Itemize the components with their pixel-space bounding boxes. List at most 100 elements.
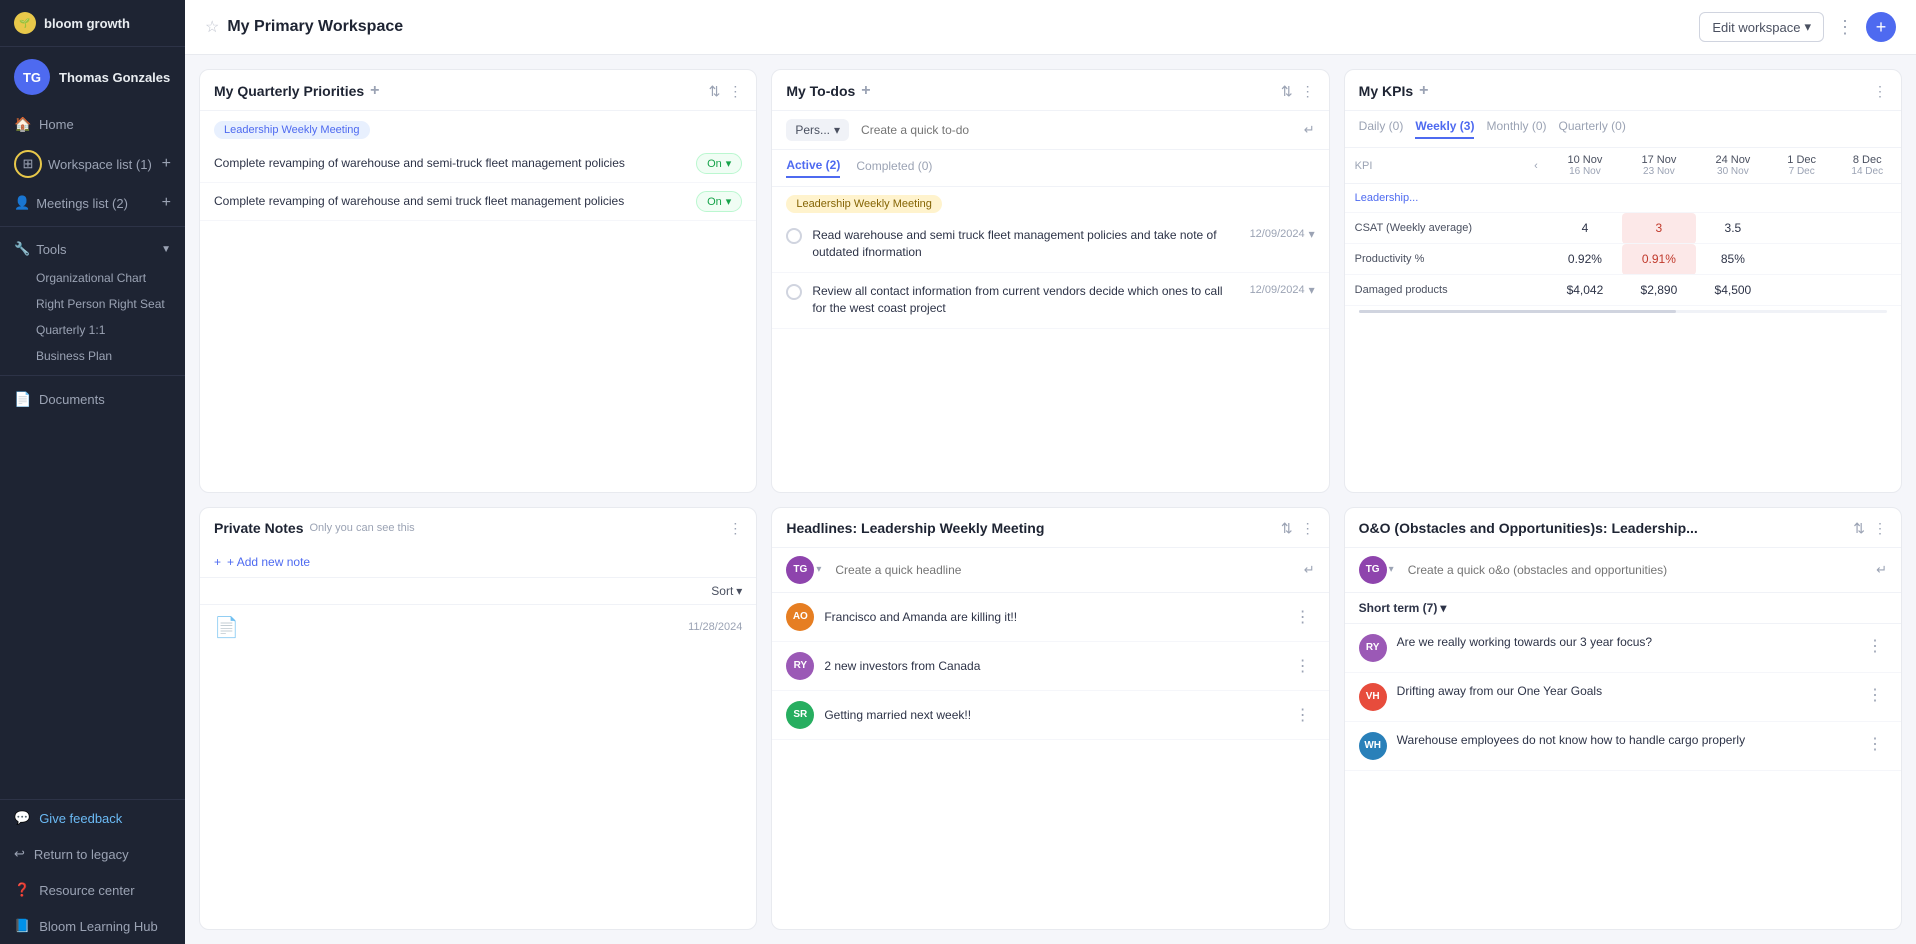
chevron-down-icon: ▾ [726,195,732,208]
kpi-cell-csat-2[interactable]: 3 [1622,213,1696,244]
sidebar-item-workspace[interactable]: ⊞ Workspace list (1) + [0,142,185,186]
sort-oo-button[interactable]: ⇅ [1853,520,1865,537]
sidebar-user[interactable]: TG Thomas Gonzales [0,47,185,107]
kpi-cell-damaged-3[interactable]: $4,500 [1696,275,1770,306]
more-notes-button[interactable]: ⋮ [728,520,742,537]
kpis-title: My KPIs + [1359,82,1429,100]
divider [0,226,185,227]
more-headline-1-button[interactable]: ⋮ [1291,605,1315,629]
sidebar-item-documents[interactable]: 📄 Documents [0,382,185,417]
home-icon: 🏠 [14,116,30,133]
add-meeting-icon[interactable]: + [162,194,171,212]
note-file-icon: 📄 [214,615,239,640]
more-oo-button[interactable]: ⋮ [1873,520,1887,537]
oo-actions: ⇅ ⋮ [1853,520,1887,537]
kpi-scrollbar-thumb[interactable] [1359,310,1676,313]
quick-oo-input[interactable] [1402,559,1868,581]
todo-checkbox-2[interactable] [786,284,802,300]
kpi-cell-prod-2[interactable]: 0.91% [1622,244,1696,275]
todo-checkbox-1[interactable] [786,228,802,244]
add-priority-icon[interactable]: + [370,82,379,100]
sidebar-item-meetings[interactable]: 👤 Meetings list (2) + [0,186,185,220]
kpi-cell-prod-1[interactable]: 0.92% [1548,244,1622,275]
more-headline-3-button[interactable]: ⋮ [1291,703,1315,727]
chevron-down-icon: ▾ [1440,601,1446,615]
headlines-card: Headlines: Leadership Weekly Meeting ⇅ ⋮… [771,507,1329,931]
star-icon[interactable]: ☆ [205,17,219,37]
more-priorities-button[interactable]: ⋮ [728,83,742,100]
headline-avatar-1: AO [786,603,814,631]
kpi-tab-daily[interactable]: Daily (0) [1359,119,1404,139]
kpi-tab-monthly[interactable]: Monthly (0) [1486,119,1546,139]
sort-priorities-button[interactable]: ⇅ [709,83,721,100]
sidebar-item-rprs[interactable]: Right Person Right Seat [0,291,185,317]
private-notes-card: Private Notes Only you can see this ⋮ + … [199,507,757,931]
add-todo-icon[interactable]: + [861,82,870,100]
kpi-cell-csat-1[interactable]: 4 [1548,213,1622,244]
edit-workspace-button[interactable]: Edit workspace ▾ [1699,12,1824,42]
oo-avatar-selector[interactable]: TG ▾ [1359,556,1394,584]
kpi-cell-csat-3[interactable]: 3.5 [1696,213,1770,244]
headlines-title: Headlines: Leadership Weekly Meeting [786,520,1044,536]
short-term-badge[interactable]: Short term (7) ▾ [1359,601,1447,615]
todos-card-header: My To-dos + ⇅ ⋮ [772,70,1328,111]
sort-headlines-button[interactable]: ⇅ [1281,520,1293,537]
sidebar-item-home[interactable]: 🏠 Home [0,107,185,142]
sidebar-item-tools[interactable]: 🔧 Tools ▼ [0,233,185,265]
add-note-button[interactable]: + + Add new note [200,547,756,578]
resource-center-item[interactable]: ❓ Resource center [0,872,185,908]
sort-todos-button[interactable]: ⇅ [1281,83,1293,100]
add-button[interactable]: + [1866,12,1896,42]
more-oo-1-button[interactable]: ⋮ [1863,634,1887,658]
expand-icon[interactable]: ▾ [1309,283,1315,297]
more-kpis-button[interactable]: ⋮ [1873,83,1887,100]
kpi-cell-damaged-2[interactable]: $2,890 [1622,275,1696,306]
more-oo-3-button[interactable]: ⋮ [1863,732,1887,756]
more-oo-2-button[interactable]: ⋮ [1863,683,1887,707]
todo-item-2: Review all contact information from curr… [772,273,1328,329]
chevron-down-icon: ▼ [161,244,171,255]
sort-button[interactable]: Sort ▾ [711,584,742,598]
chevron-down-icon: ▾ [816,564,821,575]
more-todos-button[interactable]: ⋮ [1301,83,1315,100]
sidebar-item-org-chart[interactable]: Organizational Chart [0,265,185,291]
topbar-right: Edit workspace ▾ ⋮ + [1699,12,1896,42]
priority-status-2[interactable]: On ▾ [696,191,742,212]
tab-completed[interactable]: Completed (0) [856,159,932,177]
oo-avatar: TG [1359,556,1387,584]
headline-avatar-selector[interactable]: TG ▾ [786,556,821,584]
kpi-cell-damaged-1[interactable]: $4,042 [1548,275,1622,306]
todo-item-1: Read warehouse and semi truck fleet mana… [772,217,1328,273]
more-headline-2-button[interactable]: ⋮ [1291,654,1315,678]
bloom-learning-item[interactable]: 📘 Bloom Learning Hub [0,908,185,944]
more-headlines-button[interactable]: ⋮ [1301,520,1315,537]
headline-avatar-3: SR [786,701,814,729]
kpi-nav-prev[interactable]: ‹ [1524,148,1548,184]
documents-icon: 📄 [14,391,30,408]
quick-headline-input[interactable] [829,559,1295,581]
headlines-card-header: Headlines: Leadership Weekly Meeting ⇅ ⋮ [772,508,1328,548]
more-options-icon[interactable]: ⋮ [1836,17,1854,38]
quick-todo-input[interactable] [855,119,1298,141]
add-kpi-icon[interactable]: + [1419,82,1428,100]
give-feedback-item[interactable]: 💬 Give feedback [0,800,185,836]
sidebar-item-quarterly[interactable]: Quarterly 1:1 [0,317,185,343]
todo-meeting-badge: Leadership Weekly Meeting [786,195,942,213]
todo-filter-badge[interactable]: Pers... ▾ [786,119,849,141]
kpi-cell-prod-3[interactable]: 85% [1696,244,1770,275]
enter-icon: ↵ [1304,562,1315,578]
headline-item-3: SR Getting married next week!! ⋮ [772,691,1328,740]
priorities-card-header: My Quarterly Priorities + ⇅ ⋮ [200,70,756,111]
add-workspace-icon[interactable]: + [162,155,171,173]
kpi-tab-quarterly[interactable]: Quarterly (0) [1559,119,1626,139]
expand-icon[interactable]: ▾ [1309,227,1315,241]
priorities-title: My Quarterly Priorities + [214,82,380,100]
avatar: TG [14,59,50,95]
headlines-actions: ⇅ ⋮ [1281,520,1315,537]
kpi-table: KPI ‹ 10 Nov 16 Nov 17 Nov [1345,148,1901,306]
return-legacy-item[interactable]: ↩ Return to legacy [0,836,185,872]
kpi-tab-weekly[interactable]: Weekly (3) [1415,119,1474,139]
tab-active[interactable]: Active (2) [786,158,840,178]
sidebar-item-business-plan[interactable]: Business Plan [0,343,185,369]
priority-status-1[interactable]: On ▾ [696,153,742,174]
